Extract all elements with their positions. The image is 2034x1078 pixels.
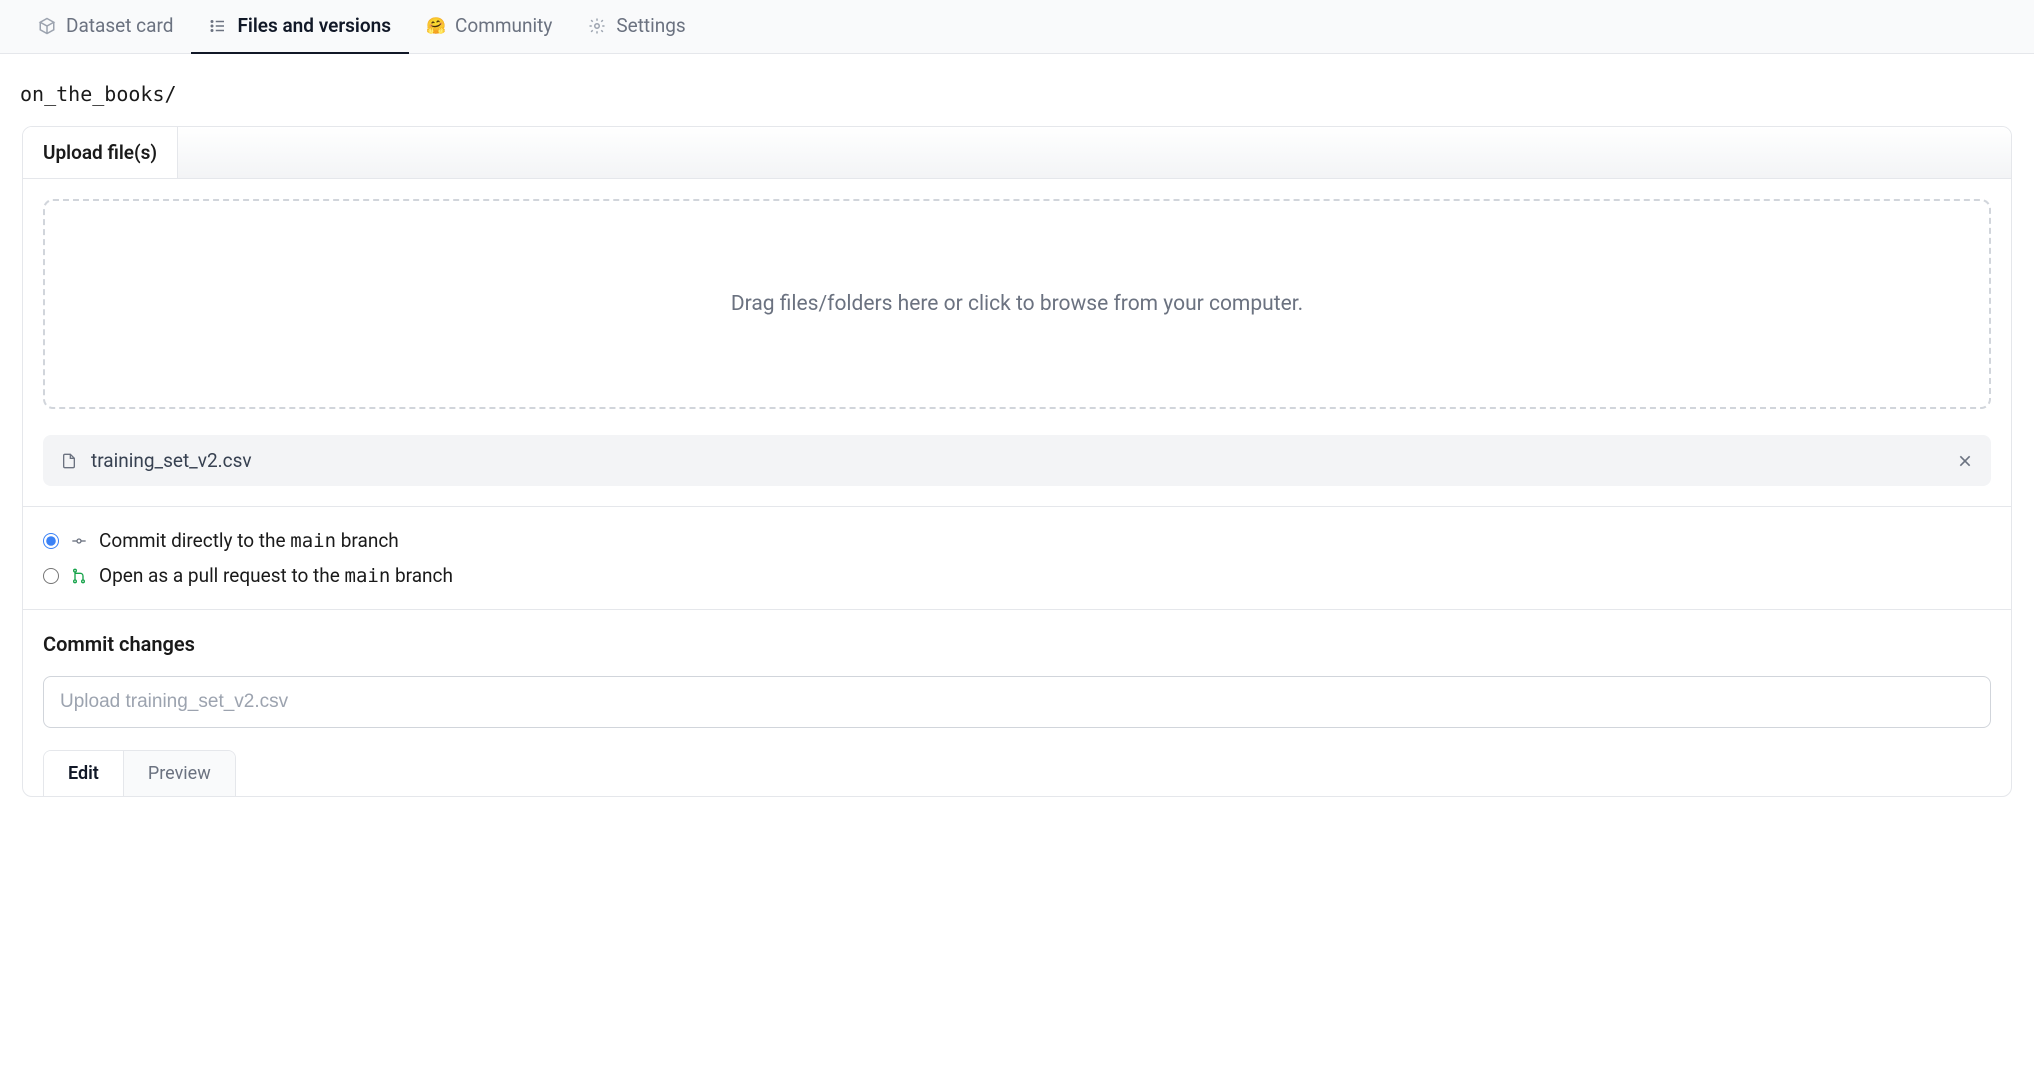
commit-direct-radio[interactable] [43,533,59,549]
panel-tabs: Upload file(s) [23,127,2011,179]
cube-icon [38,17,56,35]
tab-settings[interactable]: Settings [570,0,703,54]
option-text: Open as a pull request to the main branc… [99,564,453,587]
commit-pr-option[interactable]: Open as a pull request to the main branc… [43,564,1991,587]
gear-icon [588,17,606,35]
tab-label: Settings [616,14,685,37]
tab-files-and-versions[interactable]: Files and versions [191,0,409,54]
commit-message-input[interactable] [43,676,1991,728]
tab-label: Community [455,14,552,37]
upload-panel: Upload file(s) Drag files/folders here o… [22,126,2012,797]
tab-label: Dataset card [66,14,173,37]
commit-section: Commit changes Edit Preview [23,609,2011,796]
description-tabs: Edit Preview [43,750,236,796]
dropzone-text: Drag files/folders here or click to brow… [731,292,1303,316]
tab-dataset-card[interactable]: Dataset card [20,0,191,54]
dropzone[interactable]: Drag files/folders here or click to brow… [43,199,1991,409]
panel-body: Drag files/folders here or click to brow… [23,179,2011,506]
file-name: training_set_v2.csv [91,449,1943,472]
commit-heading: Commit changes [43,632,1991,656]
tab-edit[interactable]: Edit [44,751,124,796]
file-icon [61,452,77,470]
community-icon: 🤗 [427,17,445,35]
list-icon [209,17,227,35]
commit-pr-radio[interactable] [43,568,59,584]
upload-files-tab[interactable]: Upload file(s) [23,127,178,178]
commit-icon [71,533,87,549]
main-container: Upload file(s) Drag files/folders here o… [0,126,2034,837]
option-text: Commit directly to the main branch [99,529,399,552]
top-nav: Dataset card Files and versions 🤗 Commun… [0,0,2034,54]
pull-request-icon [71,568,87,584]
tab-community[interactable]: 🤗 Community [409,0,570,54]
commit-options: Commit directly to the main branch Open … [23,506,2011,609]
tab-label: Files and versions [237,14,391,37]
breadcrumb: on_the_books/ [0,54,2034,126]
commit-direct-option[interactable]: Commit directly to the main branch [43,529,1991,552]
file-row: training_set_v2.csv [43,435,1991,486]
remove-file-button[interactable] [1957,453,1973,469]
tab-preview[interactable]: Preview [124,751,235,796]
